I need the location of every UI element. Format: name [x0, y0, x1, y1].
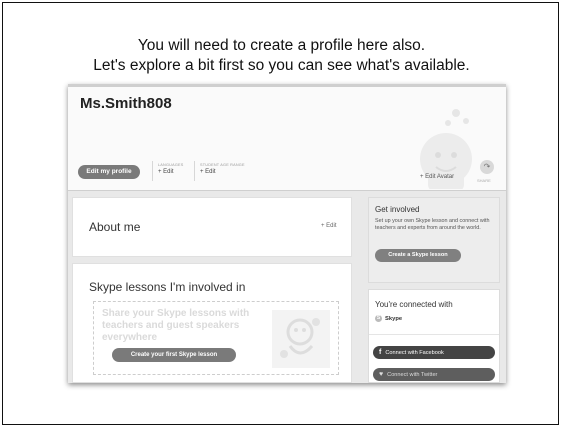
twitter-button-label: Connect with Twitter [387, 372, 438, 378]
lessons-prompt-text: Share your Skype lessons with teachers a… [102, 308, 250, 343]
about-me-edit-link[interactable]: + Edit [321, 223, 337, 229]
meta-divider [194, 161, 195, 181]
connected-with-title: You're connected with [375, 300, 453, 309]
create-skype-lesson-button[interactable]: Create a Skype lesson [375, 249, 461, 262]
connected-divider [369, 334, 499, 335]
twitter-icon: ♥ [379, 371, 384, 378]
share-arrow-icon[interactable]: ↷ [480, 160, 494, 174]
languages-edit-link[interactable]: + Edit [158, 169, 174, 175]
meta-divider [152, 161, 153, 181]
create-first-lesson-button[interactable]: Create your first Skype lesson [112, 348, 236, 362]
age-range-edit-link[interactable]: + Edit [200, 169, 216, 175]
skype-connection: S Skype [375, 315, 402, 322]
lessons-empty-state: Share your Skype lessons with teachers a… [93, 301, 339, 375]
skype-lessons-title: Skype lessons I'm involved in [89, 280, 246, 294]
caption-line-2: Let's explore a bit first so you can see… [93, 57, 470, 74]
get-involved-panel: Get involved Set up your own Skype lesso… [368, 197, 500, 283]
share-label: SHARE [477, 178, 491, 183]
lesson-illustration-icon [272, 310, 330, 368]
facebook-button-label: Connect with Facebook [385, 350, 444, 356]
connect-facebook-button[interactable]: f Connect with Facebook [373, 346, 495, 359]
age-range-caption: STUDENT AGE RANGE [200, 163, 245, 167]
age-range-field: STUDENT AGE RANGE + Edit [200, 163, 245, 175]
languages-field: LANGUAGES + Edit [158, 163, 183, 175]
skype-label: Skype [385, 316, 403, 323]
edit-profile-button[interactable]: Edit my profile [78, 165, 140, 179]
profile-username: Ms.Smith808 [80, 95, 172, 112]
skype-icon: S [375, 315, 382, 322]
about-me-title: About me [89, 220, 141, 234]
edit-avatar-link[interactable]: + Edit Avatar [420, 174, 454, 180]
connected-with-panel: You're connected with S Skype f Connect wi… [368, 289, 500, 383]
facebook-icon: f [379, 349, 382, 356]
get-involved-text: Set up your own Skype lesson and connect… [375, 218, 490, 231]
skype-classroom-screenshot: Ms.Smith808 Edit my profile LANGUAGES + … [68, 84, 506, 383]
profile-header: Ms.Smith808 Edit my profile LANGUAGES + … [68, 87, 506, 191]
languages-caption: LANGUAGES [158, 163, 184, 167]
skype-lessons-panel: Skype lessons I'm involved in Share your… [72, 263, 352, 383]
get-involved-title: Get involved [375, 205, 420, 214]
caption-line-1: You will need to create a profile here a… [137, 37, 426, 54]
about-me-panel: About me + Edit [72, 197, 352, 257]
connect-twitter-button[interactable]: ♥ Connect with Twitter [373, 368, 495, 381]
